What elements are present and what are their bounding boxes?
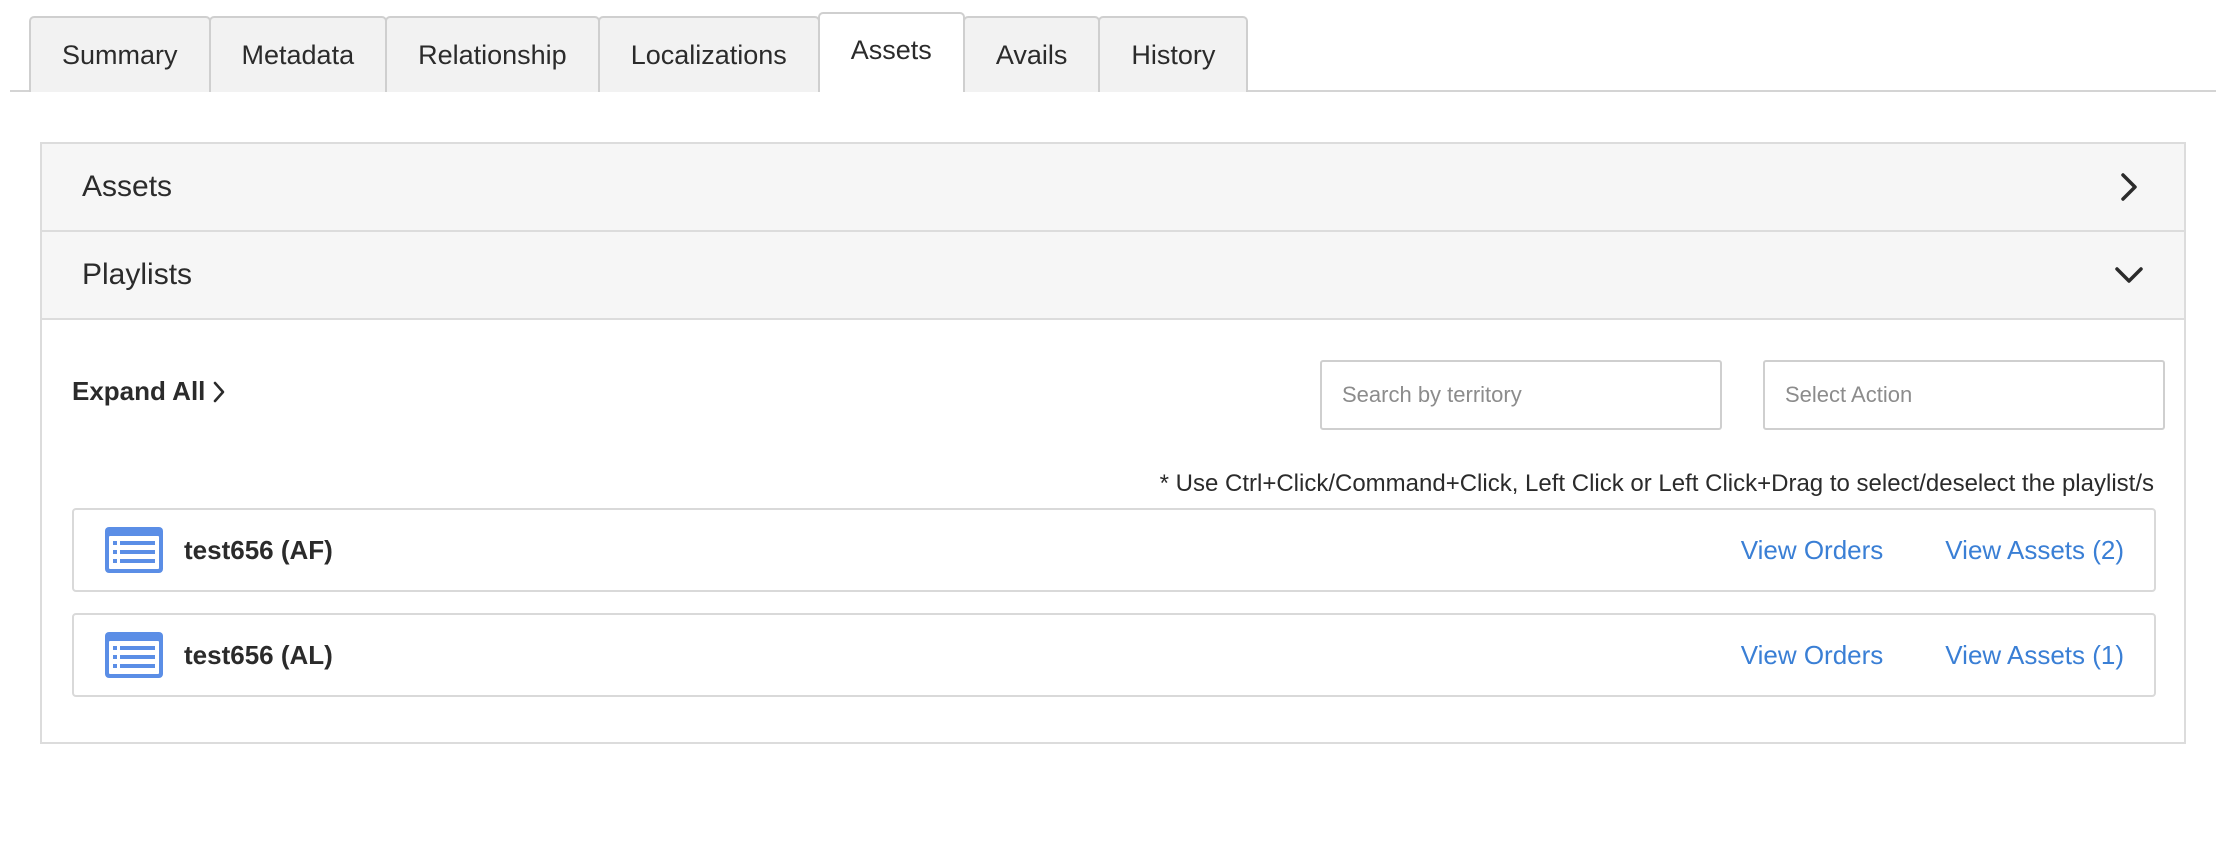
chevron-right-icon <box>214 381 225 402</box>
chevron-down-icon <box>2112 258 2146 292</box>
tabs: Summary Metadata Relationship Localizati… <box>29 12 1249 94</box>
assets-section-title: Assets <box>82 170 173 203</box>
tab-assets[interactable]: Assets <box>817 12 965 94</box>
playlists-section-title: Playlists <box>82 258 193 291</box>
playlist-icon <box>105 527 163 573</box>
playlist-name: test656 (AL) <box>184 639 333 670</box>
playlist-name: test656 (AF) <box>184 534 333 565</box>
tab-history[interactable]: History <box>1098 16 1249 92</box>
tab-summary[interactable]: Summary <box>29 16 211 92</box>
playlist-icon <box>105 632 163 678</box>
select-action-dropdown[interactable]: Select Action <box>1763 360 2165 430</box>
accordion-panel: Assets Playlists Expand All Search by te… <box>40 142 2186 744</box>
tab-metadata[interactable]: Metadata <box>208 16 388 92</box>
tab-bar: Summary Metadata Relationship Localizati… <box>10 12 2216 94</box>
select-action-placeholder: Select Action <box>1785 382 1913 407</box>
playlist-row[interactable]: test656 (AL) View Orders View Assets (1) <box>72 613 2156 697</box>
tab-relationship[interactable]: Relationship <box>385 16 600 92</box>
view-assets-link[interactable]: View Assets (2) <box>1945 535 2124 566</box>
playlist-row[interactable]: test656 (AF) View Orders View Assets (2) <box>72 508 2156 592</box>
tab-avails[interactable]: Avails <box>962 16 1101 92</box>
playlists-section-header[interactable]: Playlists <box>42 232 2184 320</box>
playlists-section-body: Expand All Select Action * Use Ctrl+Clic… <box>42 320 2184 742</box>
expand-all-label: Expand All <box>72 376 206 406</box>
expand-all-button[interactable]: Expand All <box>72 376 225 407</box>
view-orders-link[interactable]: View Orders <box>1741 535 1884 566</box>
territory-search-input[interactable] <box>1320 360 1722 430</box>
view-assets-link[interactable]: View Assets (1) <box>1945 640 2124 671</box>
selection-hint: * Use Ctrl+Click/Command+Click, Left Cli… <box>1159 470 2154 497</box>
assets-section-header[interactable]: Assets <box>42 144 2184 232</box>
chevron-right-icon <box>2112 170 2146 204</box>
view-orders-link[interactable]: View Orders <box>1741 640 1884 671</box>
page: Summary Metadata Relationship Localizati… <box>0 0 2234 852</box>
tab-localizations[interactable]: Localizations <box>597 16 820 92</box>
